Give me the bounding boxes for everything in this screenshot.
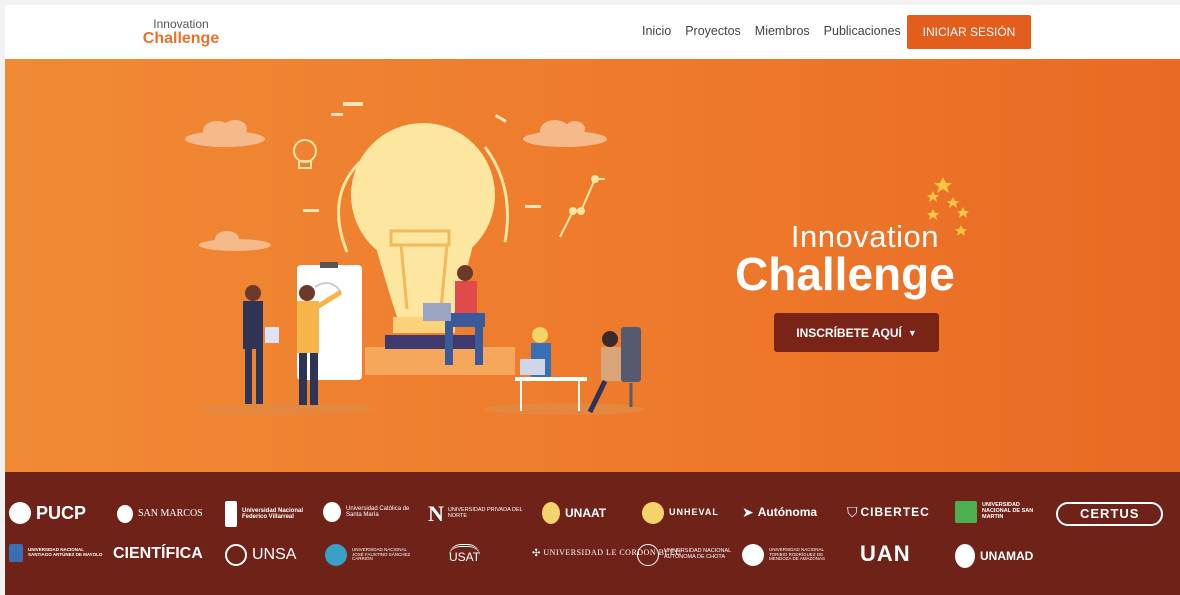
unsm-logo-icon: [955, 501, 977, 523]
logo-bottom-text: Challenge: [142, 30, 220, 47]
partner-row-1: PUCP SAN MARCOS Universidad Nacional Fed…: [5, 496, 1180, 536]
hero-banner: Innovation Challenge INSCRÍBETE AQUÍ ▼: [5, 59, 1180, 472]
unsa-logo-icon: [225, 544, 247, 566]
unasam-logo-icon: [9, 544, 23, 562]
unamad-logo-icon: [955, 544, 975, 568]
cordon-bleu-crest-icon: ✣: [532, 548, 541, 559]
partner-certus: CERTUS: [1056, 502, 1164, 526]
upn-n-icon: N: [428, 501, 444, 526]
cibertec-shield-icon: ⛉: [847, 504, 858, 520]
navbar: Innovation Challenge Inicio Proyectos Mi…: [5, 5, 1180, 59]
partner-unamad: UNAMAD: [955, 544, 1033, 568]
unaat-logo-icon: [542, 502, 560, 524]
register-dropdown-button[interactable]: INSCRÍBETE AQUÍ ▼: [774, 313, 939, 352]
partner-unach: UNIVERSIDAD NACIONAL AUTÓNOMA DE CHOTA: [637, 544, 732, 566]
partner-unheval: UNHEVAL: [642, 502, 719, 524]
pucp-logo-icon: [9, 502, 31, 524]
partner-uan: UAN: [860, 541, 911, 566]
small-bulb-icon: [293, 139, 317, 169]
unach-logo-icon: [637, 544, 659, 566]
login-button[interactable]: INICIAR SESIÓN: [907, 15, 1031, 49]
partner-unaat: UNAAT: [542, 502, 606, 524]
main-nav: Inicio Proyectos Miembros Publicaciones: [642, 24, 901, 38]
person-chair-icon: [587, 327, 641, 414]
logo-top-text: Innovation: [153, 17, 209, 31]
partner-san-marcos: SAN MARCOS: [117, 505, 203, 523]
partner-usat: USAT: [449, 544, 481, 564]
person-suit-icon: [243, 285, 279, 404]
partner-unsa: UNSA: [225, 544, 296, 566]
untrm-logo-icon: [742, 544, 764, 566]
unjfsc-logo-icon: [325, 544, 347, 566]
partner-santa-maria: Universidad Católica de Santa María: [323, 502, 418, 522]
nav-miembros[interactable]: Miembros: [755, 24, 810, 38]
san-marcos-logo-icon: [117, 505, 133, 523]
santa-maria-logo-icon: [323, 502, 341, 522]
partner-unasam: UNIVERSIDAD NACIONAL SANTIAGO ANTÚNEZ DE…: [9, 544, 107, 562]
partner-pucp: PUCP: [9, 502, 86, 524]
nav-proyectos[interactable]: Proyectos: [685, 24, 741, 38]
partner-row-2: UNIVERSIDAD NACIONAL SANTIAGO ANTÚNEZ DE…: [5, 538, 1180, 578]
register-button-label: INSCRÍBETE AQUÍ: [796, 325, 902, 340]
autonoma-bird-icon: ➤: [742, 504, 754, 520]
nav-inicio[interactable]: Inicio: [642, 24, 671, 38]
person-woman-icon: [515, 327, 587, 411]
hero-illustration: [185, 102, 645, 415]
partner-cientifica: CIENTÍFICA: [113, 545, 203, 562]
partner-unjfsc: UNIVERSIDAD NACIONAL JOSÉ FAUSTINO SÁNCH…: [325, 544, 417, 566]
partner-cibertec: ⛉ CIBERTEC: [847, 504, 930, 520]
site-logo[interactable]: Innovation Challenge: [131, 18, 231, 47]
stars-icon: [927, 177, 969, 236]
partner-unsm: UNIVERSIDAD NACIONAL DE SAN MARTIN: [955, 501, 1047, 523]
hero-brand: Innovation Challenge: [735, 219, 955, 297]
partner-upn: N UNIVERSIDAD PRIVADA DEL NORTE: [428, 501, 523, 526]
hero-brand-bottom: Challenge: [735, 248, 955, 300]
partner-villarreal: Universidad Nacional Federico Villarreal: [225, 501, 315, 527]
partner-logos-band: PUCP SAN MARCOS Universidad Nacional Fed…: [5, 472, 1180, 595]
growth-line-icon: [559, 175, 605, 238]
nav-publicaciones[interactable]: Publicaciones: [824, 24, 901, 38]
villarreal-logo-icon: [225, 501, 237, 527]
caret-down-icon: ▼: [907, 328, 917, 339]
unheval-logo-icon: [642, 502, 664, 524]
partner-autonoma: ➤ Autónoma: [742, 504, 818, 520]
partner-untrm: UNIVERSIDAD NACIONAL TORIBIO RODRÍGUEZ D…: [742, 544, 837, 566]
